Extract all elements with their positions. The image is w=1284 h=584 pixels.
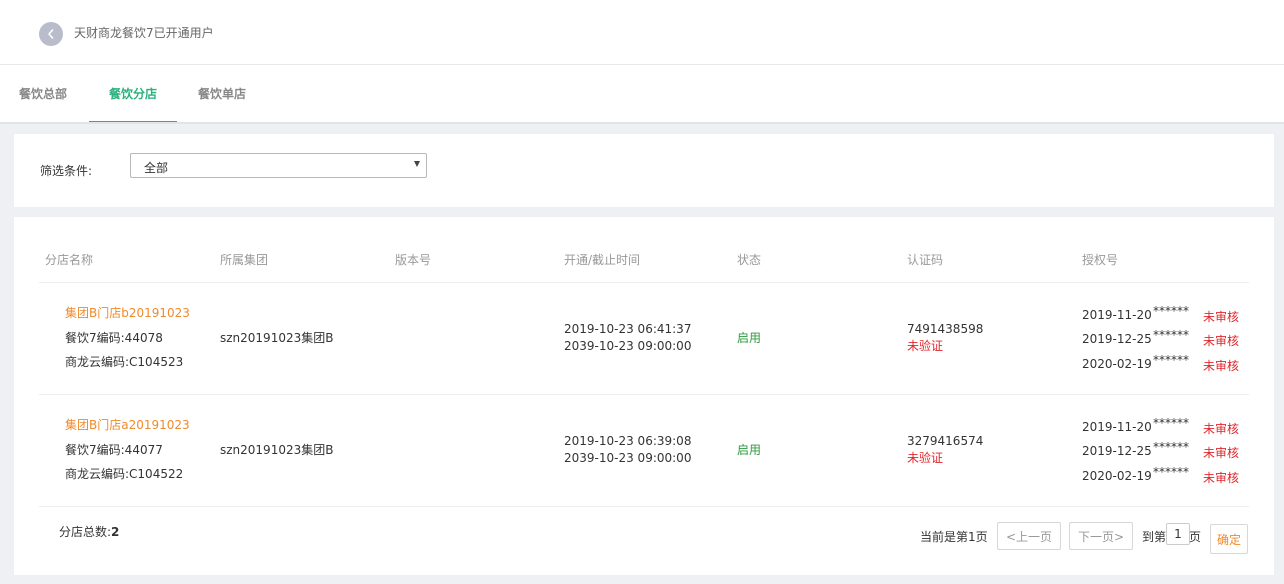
group-name: szn20191023集团B: [220, 443, 334, 457]
caret-down-icon: [414, 161, 420, 167]
auth-review-status: 未审核: [1203, 359, 1240, 373]
auth-review-status: 未审核: [1203, 471, 1240, 485]
row-divider: [39, 394, 1249, 395]
tab-bar: 餐饮总部 餐饮分店 餐饮单店: [0, 65, 1284, 124]
column-header-branch-name: 分店名称: [45, 253, 94, 267]
auth-masked-code: ******: [1153, 416, 1189, 430]
status-badge: 启用: [737, 443, 762, 457]
filter-panel: 筛选条件: 全部: [14, 134, 1274, 207]
open-time: 2019-10-23 06:41:37: [564, 322, 692, 336]
status-badge: 启用: [737, 331, 762, 345]
auth-masked-code: ******: [1153, 353, 1189, 367]
branch-table: 分店名称 所属集团 版本号 开通/截止时间 状态 认证码 授权号 集团B门店b2…: [14, 217, 1274, 575]
column-header-version: 版本号: [395, 253, 432, 267]
end-time: 2039-10-23 09:00:00: [564, 339, 692, 353]
cert-code: 3279416574: [907, 434, 984, 448]
auth-date: 2019-11-20: [1082, 308, 1152, 322]
auth-masked-code: ******: [1153, 440, 1189, 454]
goto-page-input[interactable]: 1: [1166, 523, 1190, 545]
group-name: szn20191023集团B: [220, 331, 334, 345]
tab-catering-hq[interactable]: 餐饮总部: [19, 85, 67, 102]
column-header-open-end-time: 开通/截止时间: [564, 253, 641, 267]
filter-label: 筛选条件:: [40, 164, 93, 178]
cert-status: 未验证: [907, 339, 944, 353]
filter-select[interactable]: 全部: [130, 153, 427, 178]
end-time: 2039-10-23 09:00:00: [564, 451, 692, 465]
cert-status: 未验证: [907, 451, 944, 465]
goto-page-label: 到第: [1142, 530, 1167, 544]
auth-date: 2019-11-20: [1082, 420, 1152, 434]
column-header-auth-no: 授权号: [1082, 253, 1119, 267]
table-row: 集团B门店b20191023 餐饮7编码:44078 商龙云编码:C104523…: [14, 303, 1274, 415]
column-header-status: 状态: [737, 253, 762, 267]
cloud-code: 商龙云编码:C104522: [65, 467, 184, 481]
branch-total: 分店总数:2: [59, 523, 119, 540]
tab-catering-single-store[interactable]: 餐饮单店: [198, 85, 246, 102]
confirm-page-button[interactable]: 确定: [1210, 524, 1248, 554]
tab-bar-divider: [0, 122, 1284, 124]
chevron-left-icon: [48, 29, 54, 39]
branch-name-link[interactable]: 集团B门店b20191023: [65, 305, 190, 322]
column-header-cert-code: 认证码: [907, 253, 944, 267]
auth-masked-code: ******: [1153, 304, 1189, 318]
goto-page-suffix: 页: [1189, 530, 1202, 544]
prev-page-button[interactable]: <上一页: [997, 522, 1061, 550]
page-title: 天财商龙餐饮7已开通用户: [74, 26, 214, 40]
auth-masked-code: ******: [1153, 328, 1189, 342]
catering7-code: 餐饮7编码:44077: [65, 443, 163, 457]
row-divider: [39, 506, 1249, 507]
cert-code: 7491438598: [907, 322, 984, 336]
tab-catering-branch[interactable]: 餐饮分店: [109, 85, 157, 102]
auth-review-status: 未审核: [1203, 334, 1240, 348]
auth-date: 2019-12-25: [1082, 444, 1152, 458]
auth-date: 2019-12-25: [1082, 332, 1152, 346]
branch-total-value: 2: [111, 525, 120, 539]
column-header-group: 所属集团: [220, 253, 269, 267]
branch-name-link[interactable]: 集团B门店a20191023: [65, 417, 190, 434]
auth-review-status: 未审核: [1203, 446, 1240, 460]
filter-select-value: 全部: [144, 161, 169, 175]
next-page-button[interactable]: 下一页>: [1069, 522, 1133, 550]
cloud-code: 商龙云编码:C104523: [65, 355, 184, 369]
auth-review-status: 未审核: [1203, 422, 1240, 436]
table-row: 集团B门店a20191023 餐饮7编码:44077 商龙云编码:C104522…: [14, 415, 1274, 527]
auth-masked-code: ******: [1153, 465, 1189, 479]
auth-date: 2020-02-19: [1082, 469, 1152, 483]
header-divider: [39, 282, 1249, 283]
back-button[interactable]: [39, 22, 63, 46]
page-header: 天财商龙餐饮7已开通用户: [0, 0, 1284, 65]
catering7-code: 餐饮7编码:44078: [65, 331, 163, 345]
open-time: 2019-10-23 06:39:08: [564, 434, 692, 448]
auth-review-status: 未审核: [1203, 310, 1240, 324]
auth-date: 2020-02-19: [1082, 357, 1152, 371]
branch-total-label: 分店总数:: [59, 525, 112, 539]
current-page-info: 当前是第1页: [920, 530, 988, 544]
